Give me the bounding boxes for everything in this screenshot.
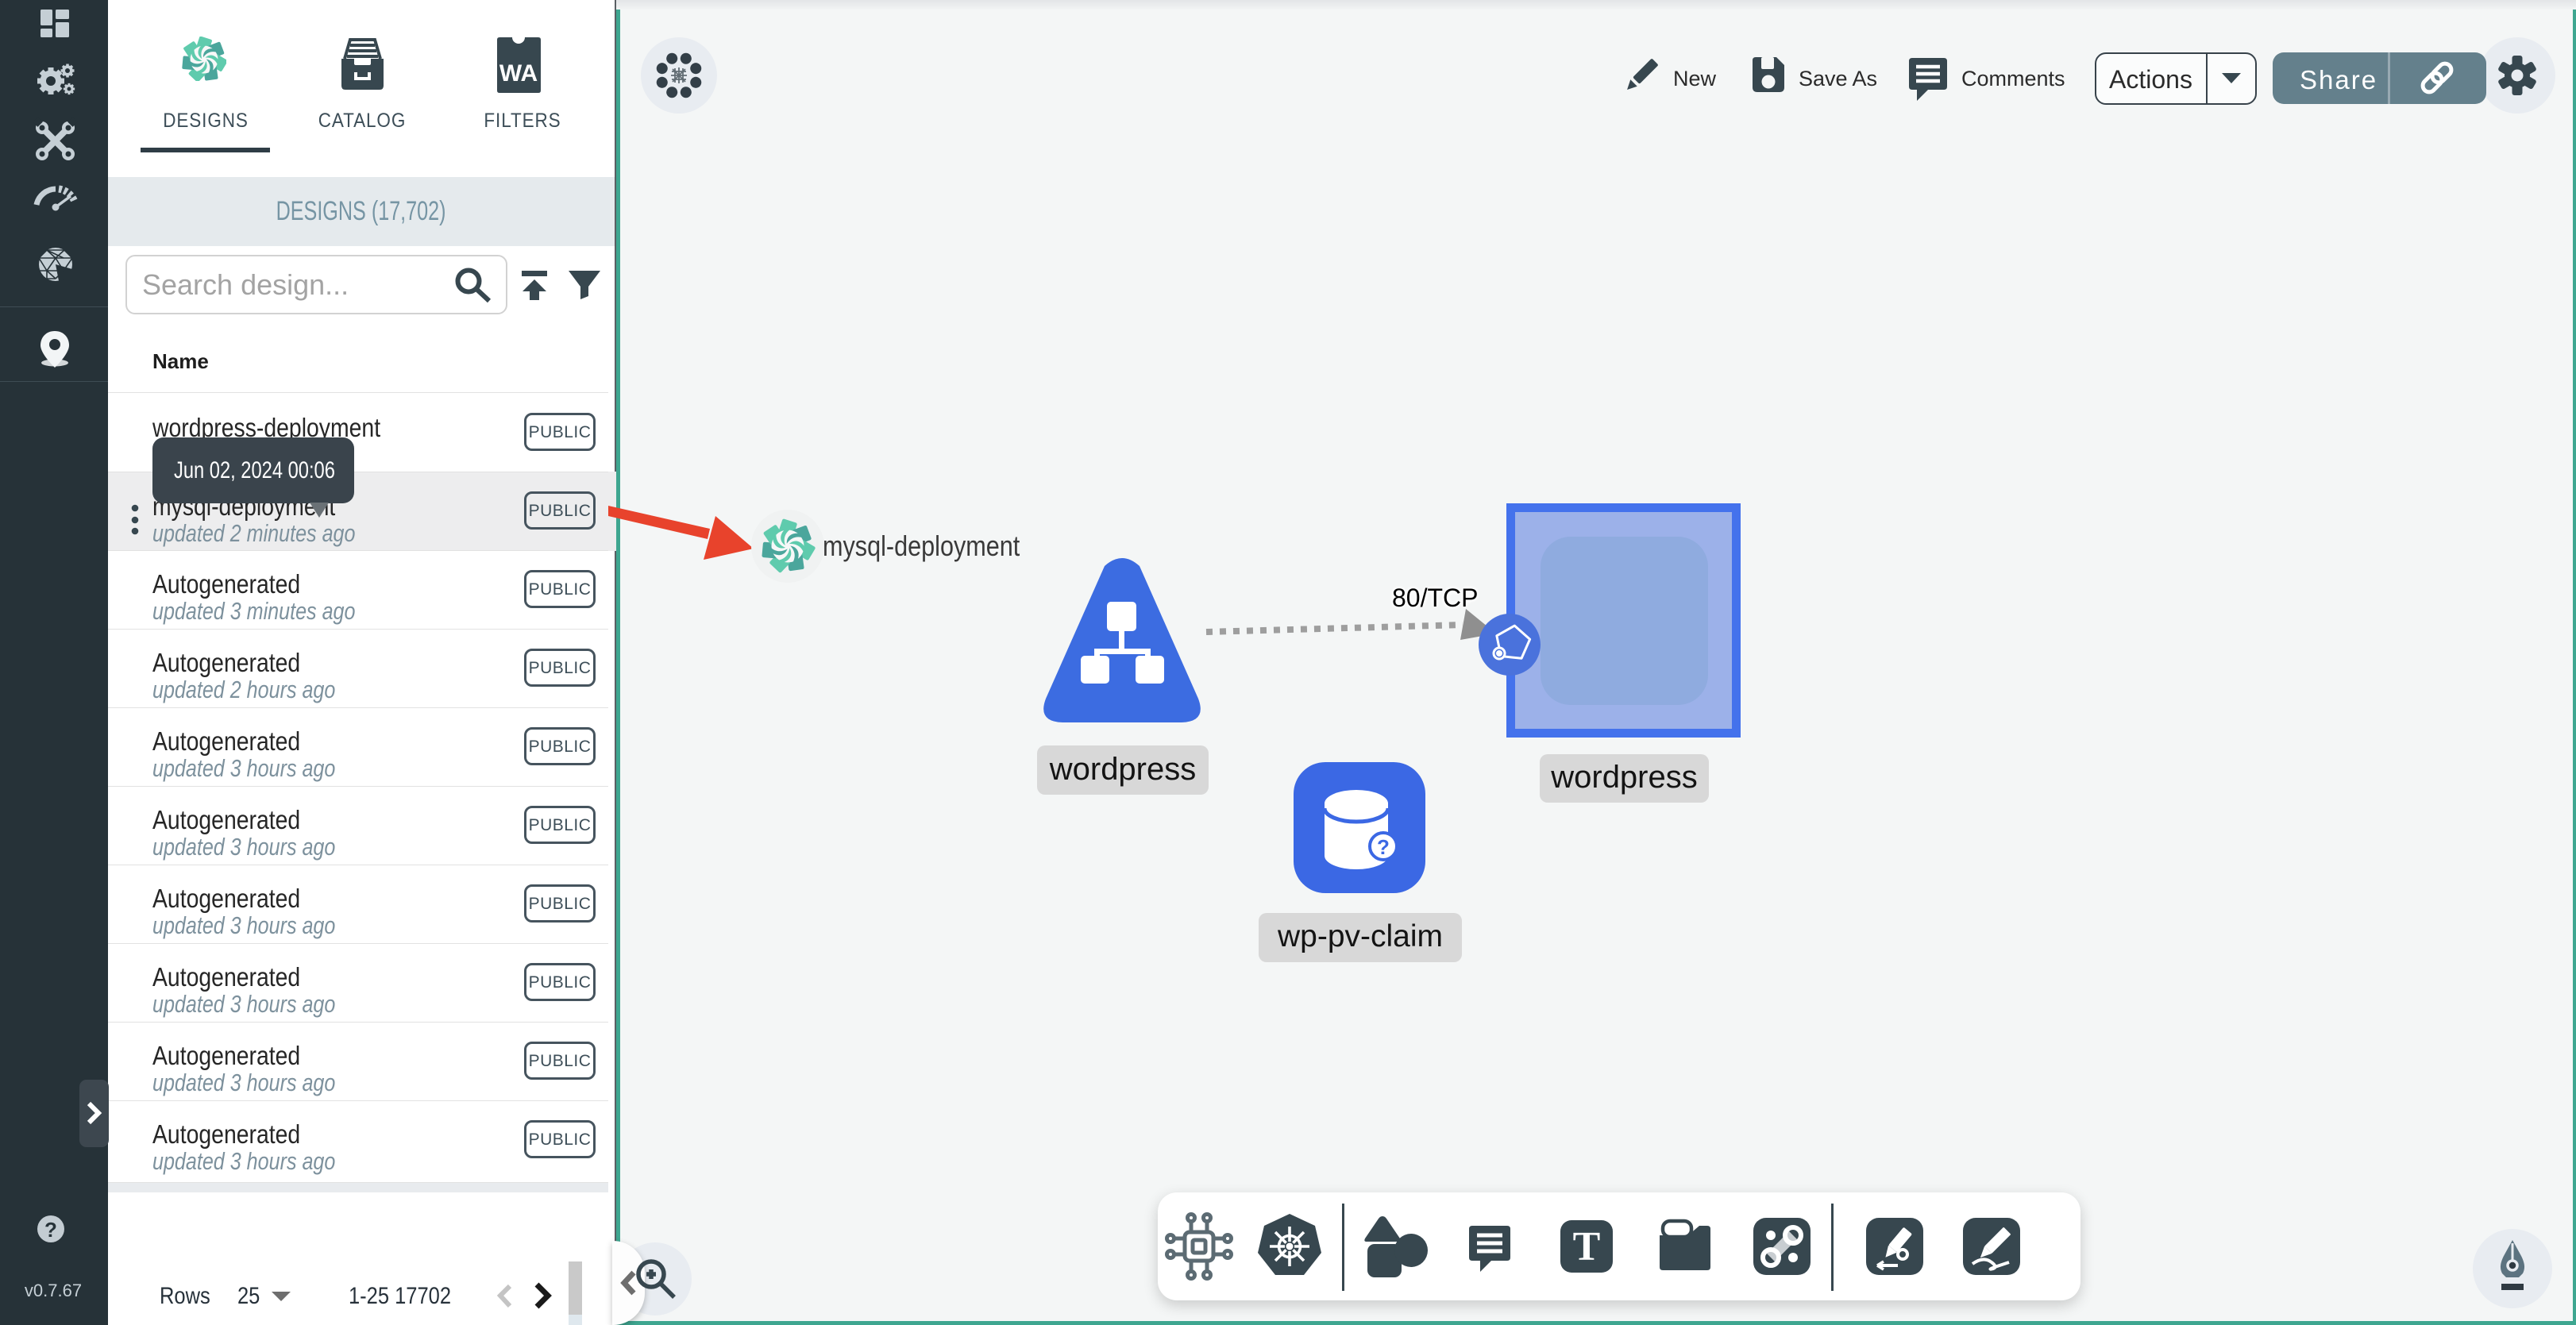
svg-text:?: ?: [1377, 835, 1390, 859]
svg-text:WA: WA: [499, 60, 538, 87]
svg-text:T: T: [1573, 1224, 1601, 1269]
